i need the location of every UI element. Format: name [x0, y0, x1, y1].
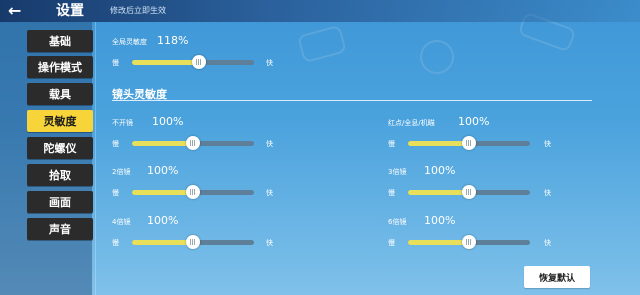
slider-fill — [408, 240, 469, 245]
slider-handle[interactable] — [186, 185, 200, 199]
background-decoration — [420, 40, 454, 74]
scope-4x-slider[interactable] — [132, 235, 254, 249]
sidebar-item-graphics[interactable]: 画面 — [27, 191, 93, 213]
slow-label: 慢 — [112, 189, 119, 197]
sidebar-item-gyroscope[interactable]: 陀螺仪 — [27, 137, 93, 159]
slow-label: 慢 — [112, 239, 119, 247]
slow-label: 慢 — [112, 59, 119, 67]
scope-2x-value: 100% — [147, 164, 179, 177]
top-bar: ← 设置 修改后立即生效 — [0, 0, 640, 22]
slow-label: 慢 — [112, 140, 119, 148]
background-decoration — [297, 24, 347, 64]
apply-notice: 修改后立即生效 — [110, 6, 166, 15]
fast-label: 快 — [544, 189, 551, 197]
sidebar-item-pickup[interactable]: 拾取 — [27, 164, 93, 186]
slider-handle[interactable] — [462, 235, 476, 249]
sidebar-item-controls[interactable]: 操作模式 — [27, 56, 93, 78]
scope-3x-slider[interactable] — [408, 185, 530, 199]
scope-3x-value: 100% — [424, 164, 456, 177]
slider-handle[interactable] — [192, 55, 207, 69]
slow-label: 慢 — [388, 189, 395, 197]
section-divider — [112, 100, 592, 101]
scope-2x-label: 2倍镜 — [112, 168, 131, 176]
scope-6x-value: 100% — [424, 214, 456, 227]
scope-4x-value: 100% — [147, 214, 179, 227]
slow-label: 慢 — [388, 239, 395, 247]
fast-label: 快 — [266, 59, 273, 67]
global-sensitivity-slider[interactable] — [132, 55, 254, 69]
global-sensitivity-label: 全局灵敏度 — [112, 38, 147, 46]
global-sensitivity-value: 118% — [157, 34, 189, 47]
scope-4x-label: 4倍镜 — [112, 218, 131, 226]
scope-2x-slider[interactable] — [132, 185, 254, 199]
slider-handle[interactable] — [186, 235, 200, 249]
no-scope-value: 100% — [152, 115, 184, 128]
red-dot-label: 红点/全息/机瞄 — [388, 119, 435, 127]
slider-handle[interactable] — [462, 185, 476, 199]
page-title: 设置 — [56, 3, 84, 19]
fast-label: 快 — [544, 140, 551, 148]
scope-3x-label: 3倍镜 — [388, 168, 407, 176]
slider-fill — [132, 240, 193, 245]
reset-default-button[interactable]: 恢复默认 — [524, 266, 590, 288]
red-dot-slider[interactable] — [408, 136, 530, 150]
fast-label: 快 — [266, 140, 273, 148]
slider-fill — [132, 60, 200, 65]
fast-label: 快 — [266, 189, 273, 197]
red-dot-value: 100% — [458, 115, 490, 128]
slider-fill — [408, 141, 469, 146]
slow-label: 慢 — [388, 140, 395, 148]
scope-6x-slider[interactable] — [408, 235, 530, 249]
sidebar-item-sensitivity[interactable]: 灵敏度 — [27, 110, 93, 132]
sidebar-item-basic[interactable]: 基础 — [27, 30, 93, 52]
no-scope-slider[interactable] — [132, 136, 254, 150]
content-divider — [95, 22, 96, 295]
slider-fill — [408, 190, 469, 195]
no-scope-label: 不开镜 — [112, 119, 133, 127]
sidebar-item-vehicle[interactable]: 载具 — [27, 83, 93, 105]
fast-label: 快 — [544, 239, 551, 247]
slider-handle[interactable] — [462, 136, 476, 150]
slider-fill — [132, 190, 193, 195]
slider-handle[interactable] — [186, 136, 200, 150]
scope-6x-label: 6倍镜 — [388, 218, 407, 226]
fast-label: 快 — [266, 239, 273, 247]
slider-fill — [132, 141, 193, 146]
back-arrow-icon[interactable]: ← — [8, 0, 21, 22]
sidebar-item-audio[interactable]: 声音 — [27, 218, 93, 240]
